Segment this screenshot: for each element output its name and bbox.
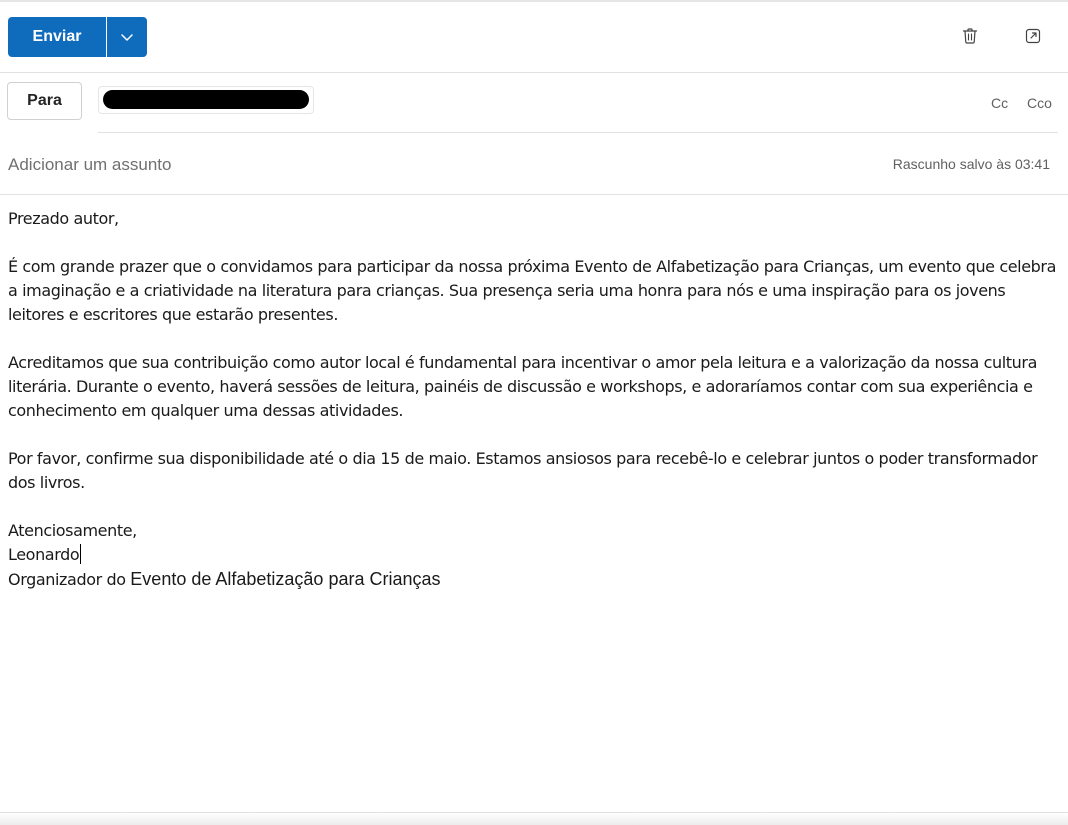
redacted-recipient bbox=[103, 90, 309, 109]
subject-input[interactable] bbox=[8, 153, 708, 177]
signature-role-prefix: Organizador do bbox=[8, 570, 131, 589]
cc-button[interactable]: Cc bbox=[991, 95, 1008, 111]
draft-saved-status: Rascunho salvo às 03:41 bbox=[892, 156, 1050, 172]
popout-button[interactable] bbox=[1022, 25, 1044, 47]
body-paragraph-3: Por favor, confirme sua disponibilidade … bbox=[8, 449, 1038, 492]
to-field-underline bbox=[98, 132, 1058, 133]
signature-role: Organizador do Evento de Alfabetização p… bbox=[8, 567, 1060, 592]
signature-role-event: Evento de Alfabetização para Crianças bbox=[130, 569, 441, 589]
send-split-button: Enviar bbox=[8, 17, 147, 57]
send-divider bbox=[106, 17, 107, 57]
chevron-down-icon bbox=[121, 34, 133, 41]
body-paragraph-1: É com grande prazer que o convidamos par… bbox=[8, 257, 1056, 324]
compose-toolbar: Enviar bbox=[0, 0, 1068, 73]
compose-bottom-edge bbox=[0, 812, 1068, 825]
subject-row: Rascunho salvo às 03:41 bbox=[0, 134, 1068, 195]
popout-icon bbox=[1025, 28, 1041, 44]
body-closing: Atenciosamente, bbox=[8, 521, 137, 540]
bcc-button[interactable]: Cco bbox=[1027, 95, 1052, 111]
recipients-row: Para Cc Cco bbox=[0, 73, 1068, 133]
send-button[interactable]: Enviar bbox=[8, 17, 106, 57]
discard-button[interactable] bbox=[959, 25, 981, 47]
send-options-button[interactable] bbox=[107, 17, 147, 57]
to-button[interactable]: Para bbox=[7, 82, 82, 120]
body-greeting: Prezado autor, bbox=[8, 209, 119, 228]
signature-name: Leonardo bbox=[8, 545, 80, 564]
text-cursor bbox=[80, 544, 82, 564]
recipient-chip[interactable] bbox=[98, 86, 314, 114]
trash-icon bbox=[962, 28, 978, 44]
message-body-editor[interactable]: Prezado autor, É com grande prazer que o… bbox=[8, 207, 1060, 807]
body-paragraph-2: Acreditamos que sua contribuição como au… bbox=[8, 353, 1037, 420]
